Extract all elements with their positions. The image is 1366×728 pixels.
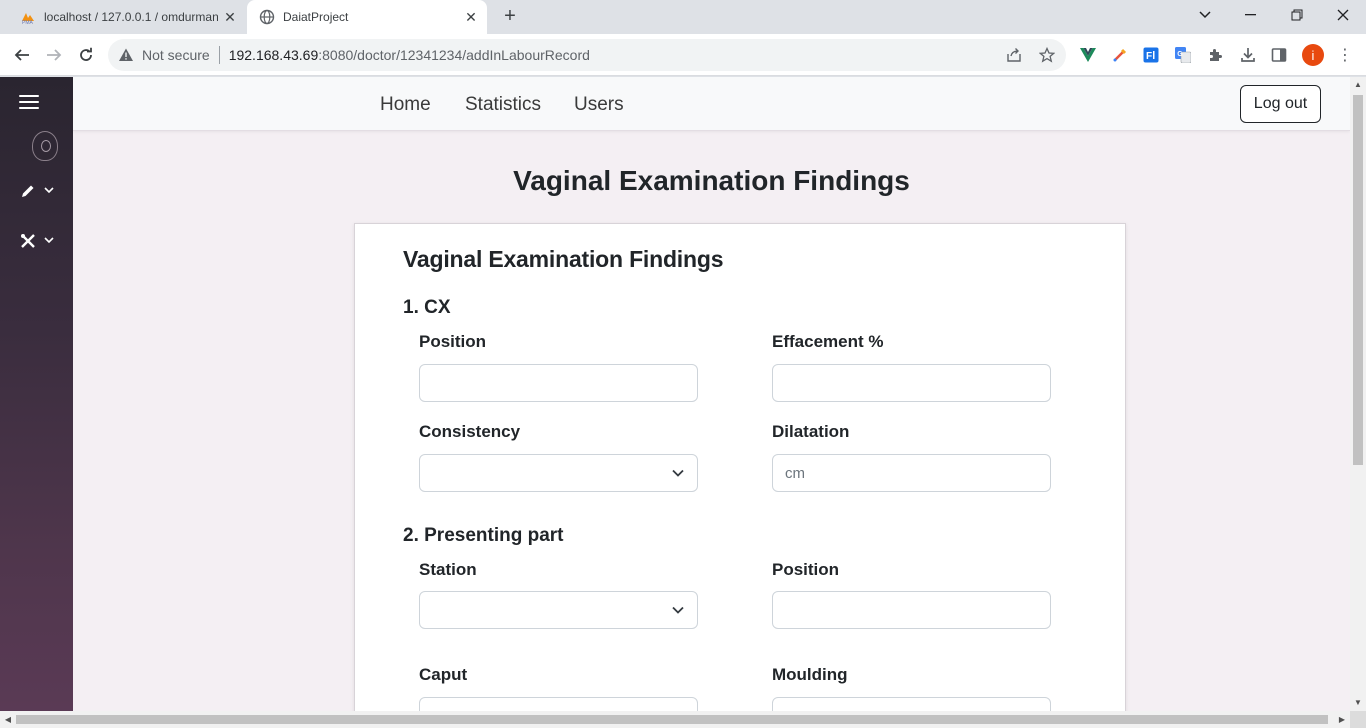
font-inspector-icon[interactable]: F bbox=[1142, 46, 1160, 64]
vertical-scroll-thumb[interactable] bbox=[1353, 95, 1363, 465]
warning-triangle-icon bbox=[119, 48, 133, 61]
top-navbar: Home Statistics Users Log out bbox=[73, 77, 1350, 131]
svg-text:F: F bbox=[1146, 51, 1152, 62]
browser-tab-daiatproject[interactable]: DaiatProject ✕ bbox=[247, 0, 487, 34]
tab-title: DaiatProject bbox=[283, 10, 349, 24]
scroll-left-arrow-icon[interactable]: ◀ bbox=[0, 711, 16, 728]
cx-position-input[interactable] bbox=[419, 364, 698, 402]
sidebar-item-tools[interactable] bbox=[20, 230, 60, 252]
hamburger-menu-icon[interactable] bbox=[19, 95, 39, 113]
presenting-position-input[interactable] bbox=[772, 591, 1051, 629]
restore-window-icon[interactable] bbox=[1274, 0, 1320, 30]
horizontal-scroll-thumb[interactable] bbox=[16, 715, 1328, 724]
section-title-presenting-part: 2. Presenting part bbox=[403, 525, 564, 546]
tools-icon bbox=[21, 234, 35, 248]
phpmyadmin-icon: PMA bbox=[22, 13, 34, 25]
pencil-icon bbox=[22, 185, 34, 197]
globe-icon bbox=[259, 9, 275, 25]
logout-button[interactable]: Log out bbox=[1240, 85, 1321, 123]
sidebar-item-edit[interactable] bbox=[20, 180, 60, 202]
consistency-select[interactable] bbox=[419, 454, 698, 492]
field-label-consistency: Consistency bbox=[419, 422, 521, 441]
browser-tab-strip: PMA localhost / 127.0.0.1 / omdurman ✕ D… bbox=[0, 0, 1366, 34]
nav-link-users[interactable]: Users bbox=[574, 94, 624, 116]
close-tab-icon[interactable]: ✕ bbox=[459, 9, 483, 26]
minimize-window-icon[interactable] bbox=[1228, 0, 1274, 30]
url-path: :8080/doctor/12341234/addInLabourRecord bbox=[318, 47, 590, 63]
close-tab-icon[interactable]: ✕ bbox=[218, 9, 242, 26]
back-arrow-icon[interactable] bbox=[9, 42, 35, 68]
section-title-cx: 1. CX bbox=[403, 297, 451, 318]
browser-toolbar: Not secure 192.168.43.69:8080/doctor/123… bbox=[0, 34, 1366, 76]
scroll-right-arrow-icon[interactable]: ▶ bbox=[1334, 711, 1350, 728]
nav-link-home[interactable]: Home bbox=[380, 94, 431, 116]
vue-devtools-icon[interactable] bbox=[1079, 46, 1097, 64]
profile-avatar[interactable]: i bbox=[1302, 44, 1324, 66]
app-logo bbox=[32, 131, 58, 161]
horizontal-scrollbar[interactable]: ◀ ▶ bbox=[0, 711, 1350, 728]
chevron-down-icon bbox=[672, 606, 684, 614]
extensions-puzzle-icon[interactable] bbox=[1207, 46, 1225, 64]
field-label-dilatation: Dilatation bbox=[772, 422, 850, 441]
scrollbar-corner bbox=[1350, 711, 1366, 728]
svg-text:G: G bbox=[1177, 51, 1183, 58]
page-title: Vaginal Examination Findings bbox=[513, 165, 910, 196]
station-select[interactable] bbox=[419, 591, 698, 629]
tab-search-chevron-icon[interactable] bbox=[1182, 0, 1228, 30]
dilatation-input[interactable] bbox=[772, 454, 1051, 492]
svg-text:PMA: PMA bbox=[22, 20, 34, 25]
tab-title: localhost / 127.0.0.1 / omdurman bbox=[44, 10, 218, 24]
field-label-effacement: Effacement % bbox=[772, 332, 884, 351]
download-icon[interactable] bbox=[1239, 46, 1257, 64]
field-label-position: Position bbox=[419, 332, 487, 351]
field-label-presenting-position: Position bbox=[772, 560, 840, 579]
google-translate-icon[interactable]: G bbox=[1174, 46, 1192, 64]
forward-arrow-icon[interactable] bbox=[41, 42, 67, 68]
form-card: Vaginal Examination Findings 1. CX Posit… bbox=[354, 223, 1126, 728]
browser-menu-kebab-icon[interactable]: ⋮ bbox=[1336, 46, 1354, 64]
url-host: 192.168.43.69 bbox=[228, 47, 319, 63]
address-bar[interactable]: Not secure 192.168.43.69:8080/doctor/123… bbox=[108, 39, 1066, 71]
scroll-down-arrow-icon[interactable]: ▼ bbox=[1350, 695, 1366, 711]
sidebar bbox=[0, 77, 73, 711]
security-status-label[interactable]: Not secure bbox=[142, 47, 210, 63]
field-label-caput: Caput bbox=[419, 665, 468, 684]
address-divider bbox=[218, 46, 220, 64]
vertical-scrollbar[interactable]: ▲ ▼ bbox=[1350, 77, 1366, 711]
field-label-station: Station bbox=[419, 560, 477, 579]
nav-link-statistics[interactable]: Statistics bbox=[465, 94, 541, 116]
chevron-down-icon bbox=[44, 235, 54, 247]
page-viewport: Home Statistics Users Log out Vaginal Ex… bbox=[0, 77, 1366, 728]
profile-initial: i bbox=[1311, 47, 1315, 63]
effacement-input[interactable] bbox=[772, 364, 1051, 402]
chevron-down-icon bbox=[44, 185, 54, 197]
reload-icon[interactable] bbox=[73, 42, 99, 68]
chevron-down-icon bbox=[672, 469, 684, 477]
form-title: Vaginal Examination Findings bbox=[403, 246, 724, 272]
bookmark-star-icon[interactable] bbox=[1038, 46, 1056, 63]
browser-tab-phpmyadmin[interactable]: PMA localhost / 127.0.0.1 / omdurman ✕ bbox=[8, 0, 246, 34]
scroll-up-arrow-icon[interactable]: ▲ bbox=[1350, 77, 1366, 93]
side-panel-icon[interactable] bbox=[1270, 46, 1288, 64]
share-icon[interactable] bbox=[1006, 47, 1022, 63]
color-picker-icon[interactable] bbox=[1111, 46, 1129, 64]
new-tab-button[interactable]: + bbox=[498, 5, 522, 29]
field-label-moulding: Moulding bbox=[772, 665, 848, 684]
close-window-icon[interactable] bbox=[1320, 0, 1366, 30]
